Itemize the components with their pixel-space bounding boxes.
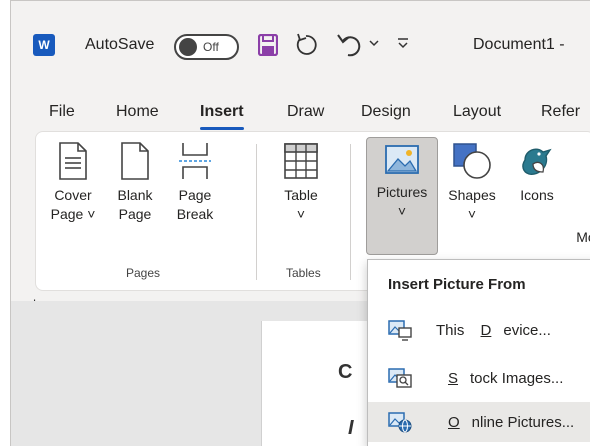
this-device-label: This Device... — [436, 321, 551, 339]
page-text-fragment: C — [338, 361, 353, 383]
pictures-label: Pictures — [376, 184, 428, 200]
this-device-icon — [388, 320, 412, 341]
table-label: Table — [284, 187, 318, 203]
pictures-button[interactable]: Pictures ˅ — [366, 137, 438, 255]
tab-insert[interactable]: Insert — [200, 103, 244, 130]
title-bar: W AutoSave Off Document1 - — [11, 1, 590, 85]
blank-page-label-1: Blank — [117, 187, 153, 203]
customize-toolbar-icon[interactable] — [397, 37, 409, 49]
tables-group-label: Tables — [286, 266, 321, 280]
stock-images-icon — [388, 368, 412, 388]
blank-page-icon — [121, 142, 149, 180]
page-break-label-1: Page — [178, 187, 212, 203]
cover-page-label-1: Cover — [54, 187, 92, 203]
shapes-button[interactable]: Shapes ˅ — [442, 142, 502, 224]
menu-header: Insert Picture From — [388, 276, 526, 293]
page-text-fragment: I — [348, 417, 354, 439]
blank-page-label-2: Page — [118, 206, 152, 222]
online-pictures-icon — [388, 412, 412, 433]
blank-page-button[interactable]: Blank Page — [110, 142, 160, 224]
toggle-knob — [179, 38, 197, 56]
cover-page-icon — [59, 142, 87, 180]
truncated-ribbon-button[interactable]: Mo — [576, 228, 590, 247]
save-icon[interactable] — [258, 34, 278, 56]
icons-button[interactable]: Icons — [512, 142, 562, 205]
insert-picture-menu: Insert Picture From This Device... Stock… — [367, 259, 590, 446]
table-icon — [284, 143, 318, 179]
pictures-dropdown-chevron: ˅ — [397, 203, 407, 219]
undo-icon[interactable] — [336, 31, 362, 57]
word-window: W AutoSave Off Document1 - File Home Ins… — [10, 0, 590, 446]
menu-item-online-pictures[interactable]: Online Pictures... — [368, 402, 590, 442]
menu-item-this-device[interactable]: This Device... — [368, 310, 590, 350]
stock-images-label: Stock Images... — [448, 369, 564, 387]
pages-group-label: Pages — [126, 266, 161, 280]
autosave-label: AutoSave — [85, 36, 155, 53]
shapes-icon — [453, 143, 491, 179]
undo-dropdown-chevron-icon[interactable] — [369, 39, 379, 47]
page-break-label-2: Break — [176, 206, 214, 222]
document-title: Document1 - — [473, 36, 565, 53]
shapes-dropdown-chevron: ˅ — [467, 206, 477, 222]
tab-home[interactable]: Home — [116, 103, 159, 121]
cover-page-button[interactable]: Cover Page ˅ — [48, 142, 98, 224]
pictures-button-content: Pictures ˅ — [365, 143, 439, 221]
shapes-label: Shapes — [448, 187, 496, 203]
table-dropdown-chevron: ˅ — [296, 206, 306, 222]
tab-layout[interactable]: Layout — [453, 103, 501, 121]
truncated-label: Mo — [576, 229, 590, 245]
icons-bird-icon — [522, 148, 552, 175]
online-pictures-label: Online Pictures... — [448, 413, 575, 431]
page-break-icon — [179, 143, 211, 179]
autosave-toggle[interactable]: Off — [174, 34, 239, 60]
group-separator — [350, 144, 351, 280]
sync-icon[interactable] — [295, 33, 317, 57]
group-separator — [256, 144, 257, 280]
ribbon-tabs: File Home Insert Draw Design Layout Refe… — [11, 97, 590, 131]
tab-draw[interactable]: Draw — [287, 103, 324, 121]
page-break-button[interactable]: Page Break — [170, 142, 220, 224]
icons-label: Icons — [520, 187, 554, 203]
word-app-icon: W — [33, 34, 55, 56]
table-button[interactable]: Table ˅ — [276, 142, 326, 224]
cover-page-label-2: Page ˅ — [50, 206, 96, 222]
tab-design[interactable]: Design — [361, 103, 411, 121]
tab-references[interactable]: Refer — [541, 103, 580, 121]
menu-item-stock-images[interactable]: Stock Images... — [368, 358, 590, 398]
tab-file[interactable]: File — [49, 103, 75, 121]
pictures-icon — [385, 145, 419, 174]
autosave-state: Off — [203, 40, 219, 54]
